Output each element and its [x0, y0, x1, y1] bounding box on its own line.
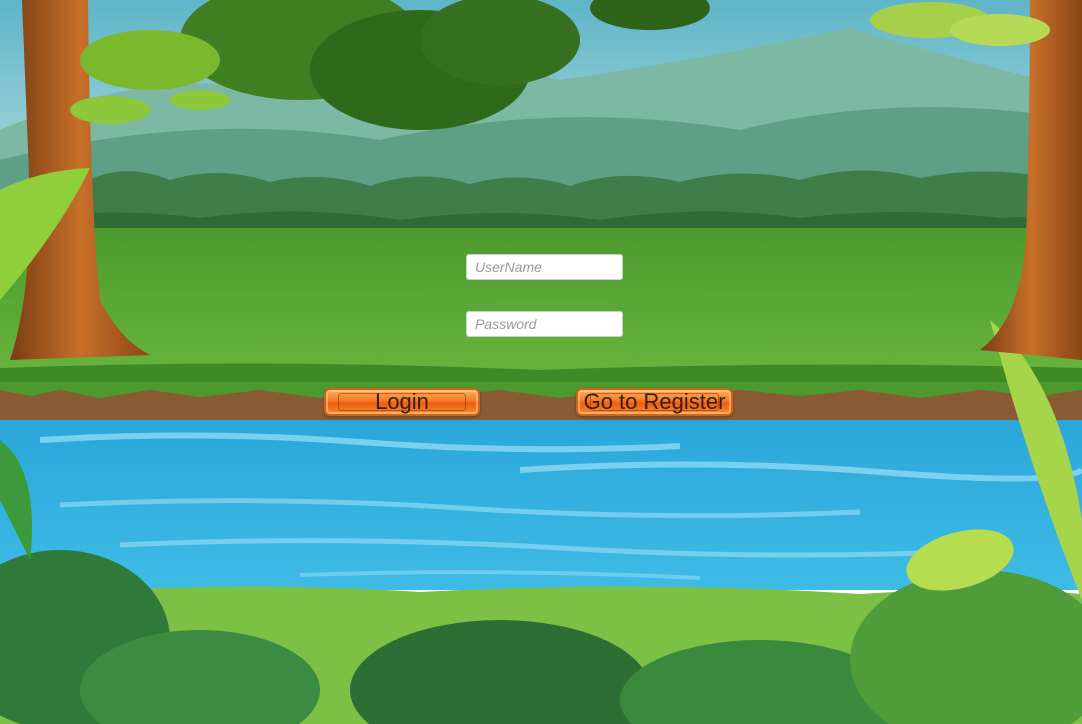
login-button[interactable]: Login: [324, 388, 480, 416]
login-button-label: Login: [375, 389, 429, 414]
riverbank: [0, 382, 1082, 422]
go-to-register-button[interactable]: Go to Register: [576, 388, 733, 416]
jungle-background: [0, 0, 1082, 724]
register-button-label: Go to Register: [583, 389, 726, 414]
password-input[interactable]: [466, 311, 623, 337]
username-input[interactable]: [466, 254, 623, 280]
